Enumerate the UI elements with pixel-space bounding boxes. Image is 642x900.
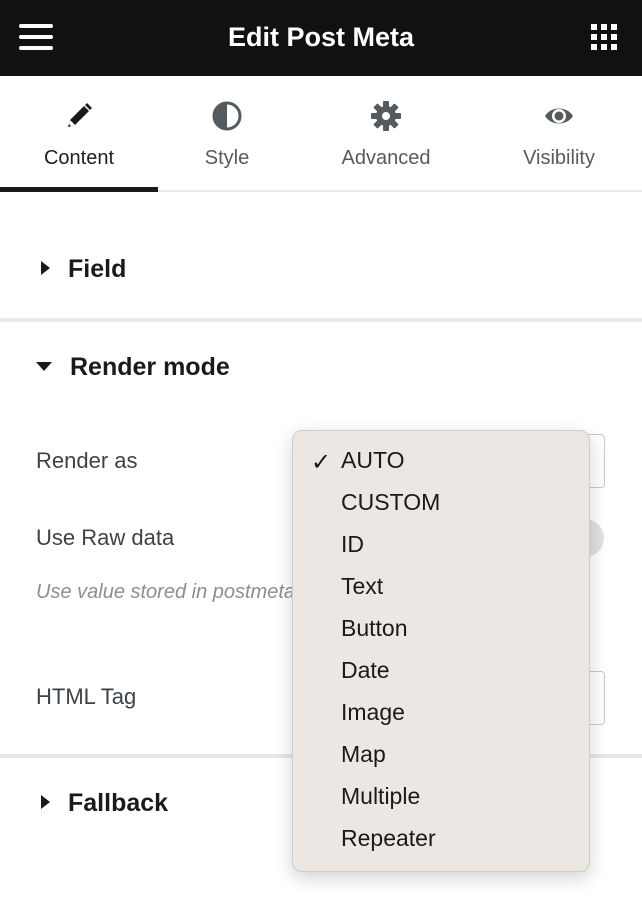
- render-as-dropdown-menu: ✓ AUTO CUSTOM ID Text Button Date Image …: [292, 430, 590, 872]
- section-title: Render mode: [70, 353, 230, 381]
- raw-data-hint: Use value stored in postmeta without any…: [36, 577, 326, 607]
- section-field-toggle[interactable]: Field: [36, 255, 126, 284]
- caret-down-icon: [36, 361, 52, 371]
- option-label: CUSTOM: [341, 489, 441, 515]
- render-as-label: Render as: [36, 448, 138, 473]
- option-label: Multiple: [341, 783, 421, 809]
- caret-right-icon: [41, 795, 50, 810]
- dropdown-option-date[interactable]: Date: [293, 651, 589, 693]
- section-divider: [0, 318, 642, 322]
- tab-visibility[interactable]: Visibility: [476, 76, 642, 190]
- tab-label: Visibility: [523, 147, 595, 169]
- dropdown-option-custom[interactable]: CUSTOM: [293, 483, 589, 525]
- raw-data-hint-text: Use value stored in postmeta without any…: [36, 581, 326, 603]
- option-label: Date: [341, 657, 390, 683]
- pencil-icon: [68, 103, 92, 127]
- option-label: Image: [341, 699, 405, 725]
- html-tag-label: HTML Tag: [36, 684, 137, 709]
- tab-label: Content: [43, 147, 115, 169]
- dropdown-option-auto[interactable]: ✓ AUTO: [293, 441, 589, 483]
- checkmark-icon: ✓: [311, 449, 332, 476]
- option-label: AUTO: [341, 447, 405, 473]
- eye-icon: [545, 108, 573, 124]
- dropdown-option-repeater[interactable]: Repeater: [293, 819, 589, 861]
- dropdown-option-id[interactable]: ID: [293, 525, 589, 567]
- option-label: Map: [341, 741, 386, 767]
- option-label: Button: [341, 615, 408, 641]
- option-label: Text: [341, 573, 384, 599]
- tab-style[interactable]: Style: [158, 76, 296, 190]
- dropdown-option-multiple[interactable]: Multiple: [293, 777, 589, 819]
- section-title: Field: [68, 255, 127, 283]
- option-label: Repeater: [341, 825, 436, 851]
- grid-icon[interactable]: [591, 24, 617, 50]
- section-fallback-toggle[interactable]: Fallback: [36, 789, 168, 818]
- page-title: Edit Post Meta: [227, 22, 415, 52]
- top-bar: Edit Post Meta: [0, 0, 642, 76]
- tab-label: Style: [204, 147, 250, 169]
- half-circle-icon: [212, 101, 242, 131]
- panel-tabs: Content Style Advanced Visibility: [0, 76, 642, 192]
- caret-right-icon: [41, 261, 50, 276]
- tab-label: Advanced: [341, 147, 431, 169]
- section-render-mode-toggle[interactable]: Render mode: [36, 353, 230, 382]
- tab-advanced[interactable]: Advanced: [296, 76, 476, 190]
- dropdown-option-map[interactable]: Map: [293, 735, 589, 777]
- dropdown-option-button[interactable]: Button: [293, 609, 589, 651]
- tab-content[interactable]: Content: [0, 76, 158, 192]
- dropdown-option-text[interactable]: Text: [293, 567, 589, 609]
- raw-data-label: Use Raw data: [36, 525, 175, 550]
- gear-icon: [371, 101, 401, 131]
- option-label: ID: [341, 531, 364, 557]
- dropdown-option-image[interactable]: Image: [293, 693, 589, 735]
- section-title: Fallback: [68, 789, 169, 817]
